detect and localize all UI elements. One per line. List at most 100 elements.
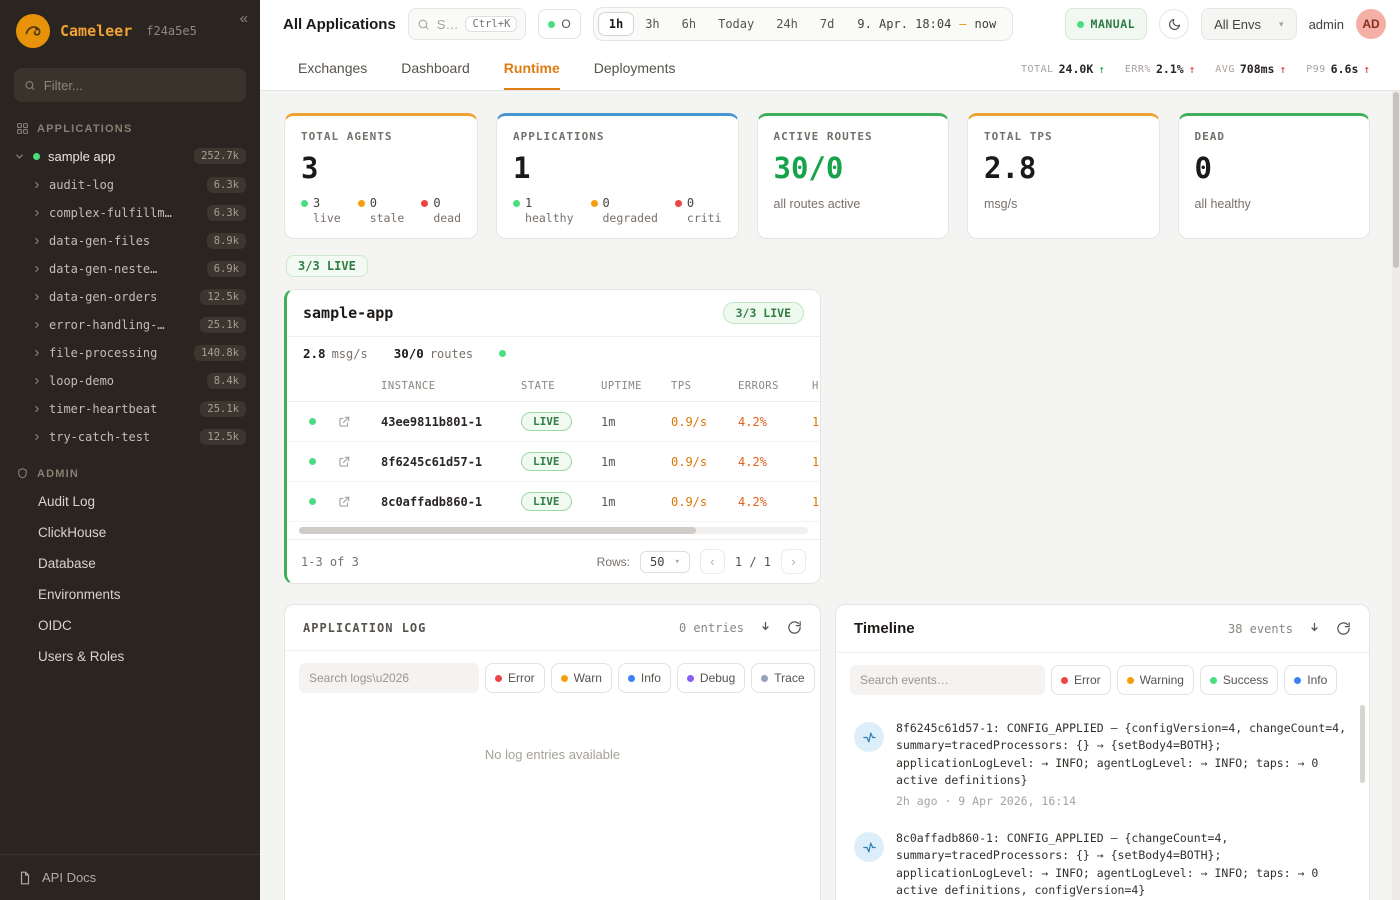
sidebar-item-data-gen-files[interactable]: data-gen-files8.9k: [0, 227, 260, 255]
table-row[interactable]: 8c0affadb860-1 LIVE 1m 0.9/s 4.2% 1: [287, 482, 820, 522]
external-link-icon[interactable]: [337, 495, 381, 509]
breakdown-critical: 0criti: [675, 196, 722, 225]
list-item[interactable]: 8c0affadb860-1: CONFIG_APPLIED — {change…: [854, 819, 1351, 900]
chevron-right-icon: [32, 376, 42, 386]
sidebar-item-sample-app[interactable]: sample app 252.7k: [0, 141, 260, 171]
sidebar-item-environments[interactable]: Environments: [0, 579, 260, 610]
timeline-search-input[interactable]: [850, 665, 1045, 695]
info-dot: [1294, 677, 1301, 684]
range-today-button[interactable]: Today: [707, 12, 765, 36]
sidebar-item-timer-heartbeat[interactable]: timer-heartbeat25.1k: [0, 395, 260, 423]
range-1h-button[interactable]: 1h: [598, 12, 634, 36]
sidebar-item-audit-log-admin[interactable]: Audit Log: [0, 486, 260, 517]
tab-deployments[interactable]: Deployments: [594, 48, 676, 90]
tab-exchanges[interactable]: Exchanges: [298, 48, 367, 90]
download-icon[interactable]: [758, 620, 773, 635]
extra-value: 1: [812, 415, 820, 429]
env-select-value: All Envs: [1214, 17, 1261, 32]
filter-chip-info[interactable]: Info: [1284, 665, 1337, 695]
sidebar-item-audit-log[interactable]: audit-log6.3k: [0, 171, 260, 199]
summary-stats: TOTAL24.0K↑ ERR%2.1%↑ AVG708ms↑ P996.6s↑: [1021, 48, 1370, 90]
prev-page-button[interactable]: ‹: [700, 549, 725, 574]
stat-label: ERR%: [1125, 64, 1151, 75]
external-link-icon[interactable]: [337, 455, 381, 469]
filter-chip-error[interactable]: Error: [485, 663, 545, 693]
rows-per-page-select[interactable]: 50▾: [640, 551, 690, 573]
filter-chip-trace[interactable]: Trace: [751, 663, 814, 693]
warn-dot: [561, 675, 568, 682]
filter-chip-warning[interactable]: Warning: [1117, 665, 1194, 695]
page-scrollbar[interactable]: [1392, 91, 1400, 900]
online-indicator[interactable]: O: [538, 9, 580, 39]
refresh-icon[interactable]: [1336, 621, 1351, 636]
sidebar-item-try-catch-test[interactable]: try-catch-test12.5k: [0, 423, 260, 451]
chevron-right-icon: [32, 432, 42, 442]
table-row[interactable]: 43ee9811b801-1 LIVE 1m 0.9/s 4.2% 1: [287, 402, 820, 442]
filter-chip-debug[interactable]: Debug: [677, 663, 745, 693]
horizontal-scrollbar[interactable]: [299, 527, 808, 534]
sidebar: « Cameleer f24a5e5 APPLICATIONS sample a…: [0, 0, 260, 900]
live-summary-chip[interactable]: 3/3 LIVE: [286, 255, 368, 277]
tab-dashboard[interactable]: Dashboard: [401, 48, 470, 90]
tab-runtime[interactable]: Runtime: [504, 48, 560, 90]
dark-mode-toggle[interactable]: [1159, 9, 1189, 39]
range-6h-button[interactable]: 6h: [671, 12, 707, 36]
avatar[interactable]: AD: [1356, 9, 1386, 39]
scrollbar-thumb[interactable]: [1393, 92, 1399, 268]
col-extra: H: [812, 380, 820, 392]
chevron-right-icon: [32, 264, 42, 274]
next-page-button[interactable]: ›: [781, 549, 806, 574]
card-value: 30/0: [774, 151, 932, 185]
sidebar-filter-input[interactable]: [44, 78, 236, 93]
sidebar-item-data-gen-nested[interactable]: data-gen-neste…6.9k: [0, 255, 260, 283]
sidebar-item-data-gen-orders[interactable]: data-gen-orders12.5k: [0, 283, 260, 311]
timeline-event-list[interactable]: 8f6245c61d57-1: CONFIG_APPLIED — {config…: [836, 707, 1369, 900]
table-row[interactable]: 8f6245c61d57-1 LIVE 1m 0.9/s 4.2% 1: [287, 442, 820, 482]
range-24h-button[interactable]: 24h: [765, 12, 809, 36]
range-7d-button[interactable]: 7d: [809, 12, 845, 36]
uptime-value: 1m: [601, 455, 671, 469]
manual-refresh-button[interactable]: MANUAL: [1065, 8, 1148, 40]
log-search-input[interactable]: [299, 663, 479, 693]
sidebar-item-loop-demo[interactable]: loop-demo8.4k: [0, 367, 260, 395]
status-dot: [499, 350, 506, 357]
tree-item-label: complex-fulfillm…: [49, 206, 172, 220]
timeline-scrollbar[interactable]: [1360, 705, 1365, 783]
env-select[interactable]: All Envs ▾: [1201, 8, 1297, 40]
filter-chip-success[interactable]: Success: [1200, 665, 1278, 695]
timeline-title: Timeline: [854, 620, 915, 637]
app-live-badge: 3/3 LIVE: [723, 302, 804, 324]
sidebar-item-error-handling[interactable]: error-handling-…25.1k: [0, 311, 260, 339]
sidebar-item-oidc[interactable]: OIDC: [0, 610, 260, 641]
stat-value: 24.0K: [1059, 62, 1094, 76]
topbar: All Applications S… Ctrl+K O 1h 3h 6h To…: [260, 0, 1400, 48]
sidebar-item-complex-fulfillment[interactable]: complex-fulfillm…6.3k: [0, 199, 260, 227]
sidebar-filter[interactable]: [14, 68, 246, 102]
app-routes-unit: routes: [430, 347, 473, 361]
download-icon[interactable]: [1307, 621, 1322, 636]
filter-chip-info[interactable]: Info: [618, 663, 671, 693]
list-item[interactable]: 8f6245c61d57-1: CONFIG_APPLIED — {config…: [854, 709, 1351, 819]
sidebar-item-file-processing[interactable]: file-processing140.8k: [0, 339, 260, 367]
status-dot: [301, 200, 308, 207]
range-3h-button[interactable]: 3h: [634, 12, 670, 36]
status-dot: [513, 200, 520, 207]
time-range-group: 1h 3h 6h Today 24h 7d 9. Apr. 18:04 — no…: [593, 7, 1013, 41]
external-link-icon[interactable]: [337, 415, 381, 429]
api-docs-link[interactable]: API Docs: [0, 854, 260, 900]
sidebar-item-database[interactable]: Database: [0, 548, 260, 579]
tree-item-label: try-catch-test: [49, 430, 150, 444]
sidebar-item-users-roles[interactable]: Users & Roles: [0, 641, 260, 672]
sidebar-collapse-icon[interactable]: «: [240, 10, 248, 27]
debug-dot: [687, 675, 694, 682]
status-dot: [358, 200, 365, 207]
global-search[interactable]: S… Ctrl+K: [408, 8, 527, 40]
scrollbar-thumb[interactable]: [299, 527, 696, 534]
sidebar-item-clickhouse[interactable]: ClickHouse: [0, 517, 260, 548]
date-range-display[interactable]: 9. Apr. 18:04 — now: [845, 17, 1008, 31]
refresh-icon[interactable]: [787, 620, 802, 635]
admin-section-header: ADMIN: [0, 451, 260, 486]
chevron-right-icon: [32, 208, 42, 218]
filter-chip-warn[interactable]: Warn: [551, 663, 612, 693]
filter-chip-error[interactable]: Error: [1051, 665, 1111, 695]
